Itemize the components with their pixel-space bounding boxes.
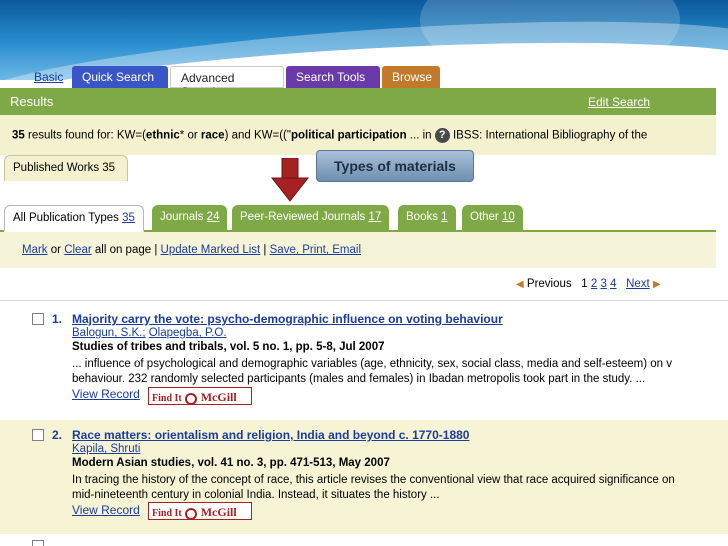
results-divider <box>0 300 728 301</box>
update-marked-list-link[interactable]: Update Marked List <box>161 244 261 256</box>
view-record-link[interactable]: View Record <box>72 503 140 517</box>
page-4-link[interactable]: 4 <box>610 278 616 290</box>
view-record-link[interactable]: View Record <box>72 387 140 401</box>
record-abstract-line: ... influence of psychological and demog… <box>72 358 673 370</box>
action-bar: Mark or Clear all on page | Update Marke… <box>0 232 716 268</box>
find-it-icon <box>185 392 198 405</box>
publication-type-tabs: All Publication Types 35 Journals 24 Pee… <box>0 202 716 232</box>
summary-mid2: ) and KW=((" <box>224 129 291 142</box>
tab-all-publication-types[interactable]: All Publication Types 35 <box>4 205 144 232</box>
record-title-link[interactable]: Majority carry the vote: psycho-demograp… <box>72 312 503 326</box>
record-checkbox[interactable] <box>32 313 44 325</box>
find-it-label: Find It <box>152 508 182 519</box>
clear-link[interactable]: Clear <box>64 244 91 256</box>
summary-term-race: race <box>200 129 225 142</box>
action-sep: | <box>260 244 270 256</box>
summary-term-political: political participation <box>290 129 407 142</box>
tab-advanced-search[interactable]: Advanced Search <box>170 66 284 99</box>
pagination: ◀ Previous 1 2 3 4 Next ▶ <box>516 278 661 290</box>
tab-label: Other <box>470 211 502 223</box>
edit-search-link[interactable]: Edit Search <box>588 95 650 109</box>
tab-label: Peer-Reviewed Journals <box>240 211 369 223</box>
find-it-icon <box>185 507 198 520</box>
record-number: 1. <box>52 312 63 326</box>
tab-books[interactable]: Books 1 <box>398 205 456 232</box>
summary-prefix: results found for: KW=( <box>28 129 146 142</box>
record-authors: Balogun, S.K.; Olapegba, P.O. <box>72 327 227 339</box>
database-name: IBSS: International Bibliography of the <box>452 129 648 142</box>
tab-count: 17 <box>368 211 382 223</box>
author-link[interactable]: Kapila, Shruti <box>72 443 140 455</box>
action-or: or <box>47 244 65 256</box>
results-header-bar: Results Edit Search <box>0 88 716 115</box>
results-count: 35 <box>12 129 25 142</box>
save-print-email-link[interactable]: Save, Print, Email <box>270 244 361 256</box>
record-source: Modern Asian studies, vol. 41 no. 3, pp.… <box>72 457 390 469</box>
results-title: Results <box>10 94 54 109</box>
find-it-mcgill-button[interactable]: Find It McGill <box>148 502 252 520</box>
record-checkbox[interactable] <box>32 429 44 441</box>
record-source: Studies of tribes and tribals, vol. 5 no… <box>72 341 385 353</box>
record-abstract-line: In tracing the history of the concept of… <box>72 474 675 486</box>
summary-term-ethnic: ethnic <box>145 129 180 142</box>
previous-arrow-icon: ◀ <box>516 279 524 290</box>
tab-label: Journals <box>160 211 207 223</box>
record-title-link[interactable]: Race matters: orientalism and religion, … <box>72 428 469 442</box>
help-icon[interactable]: ? <box>434 128 450 143</box>
tab-count: 35 <box>122 212 135 224</box>
action-bar-text: Mark or Clear all on page | Update Marke… <box>22 244 361 256</box>
tab-count: 24 <box>206 211 220 223</box>
tab-search-tools[interactable]: Search Tools <box>286 66 380 88</box>
tab-basic[interactable]: Basic <box>24 66 70 88</box>
tab-other[interactable]: Other 10 <box>462 205 523 232</box>
page-current: 1 <box>581 278 588 290</box>
find-it-mcgill-button[interactable]: Find It McGill <box>148 387 252 405</box>
record-authors: Kapila, Shruti <box>72 443 140 455</box>
tab-peer-reviewed-journals[interactable]: Peer-Reviewed Journals 17 <box>232 205 390 232</box>
page-2-link[interactable]: 2 <box>591 278 597 290</box>
top-nav-tabs: Basic Quick Search Advanced Search Searc… <box>0 66 728 99</box>
tab-journals[interactable]: Journals 24 <box>152 205 228 232</box>
result-record-2: 2. Race matters: orientalism and religio… <box>0 420 728 534</box>
record-checkbox[interactable] <box>32 540 44 546</box>
author-link[interactable]: Balogun, S.K.; <box>72 327 146 339</box>
results-summary: 35 results found for: KW=(ethnic* or rac… <box>0 115 716 155</box>
mcgill-label: McGill <box>200 390 237 404</box>
record-number: 2. <box>52 428 63 442</box>
tab-label: All Publication Types <box>13 212 123 224</box>
tab-count: 10 <box>501 211 515 223</box>
tab-published-works[interactable]: Published Works 35 <box>4 155 128 181</box>
down-arrow-icon <box>270 158 310 202</box>
next-link[interactable]: Next <box>626 278 650 290</box>
mark-link[interactable]: Mark <box>22 244 48 256</box>
types-of-materials-callout: Types of materials <box>316 150 474 182</box>
record-abstract-line: behaviour. 232 randomly selected partici… <box>72 373 646 385</box>
record-abstract-line: mid-nineteenth century in colonial India… <box>72 489 440 501</box>
find-it-label: Find It <box>152 393 182 404</box>
page-3-link[interactable]: 3 <box>600 278 606 290</box>
summary-mid1: * or <box>179 129 201 142</box>
next-arrow-icon: ▶ <box>652 279 661 290</box>
result-record-3-partial <box>0 534 728 546</box>
tab-browse[interactable]: Browse <box>382 66 440 88</box>
summary-suffix: ... in <box>406 129 432 142</box>
action-rest: all on page | <box>91 244 161 256</box>
mcgill-label: McGill <box>200 505 237 519</box>
result-record-1: 1. Majority carry the vote: psycho-demog… <box>0 303 728 413</box>
tab-quick-search[interactable]: Quick Search <box>72 66 168 88</box>
results-summary-text: 35 results found for: KW=(ethnic* or rac… <box>12 128 647 143</box>
tab-count: 1 <box>441 211 448 223</box>
tab-label: Books <box>406 211 442 223</box>
author-link[interactable]: Olapegba, P.O. <box>149 327 227 339</box>
previous-label[interactable]: Previous <box>527 278 572 290</box>
